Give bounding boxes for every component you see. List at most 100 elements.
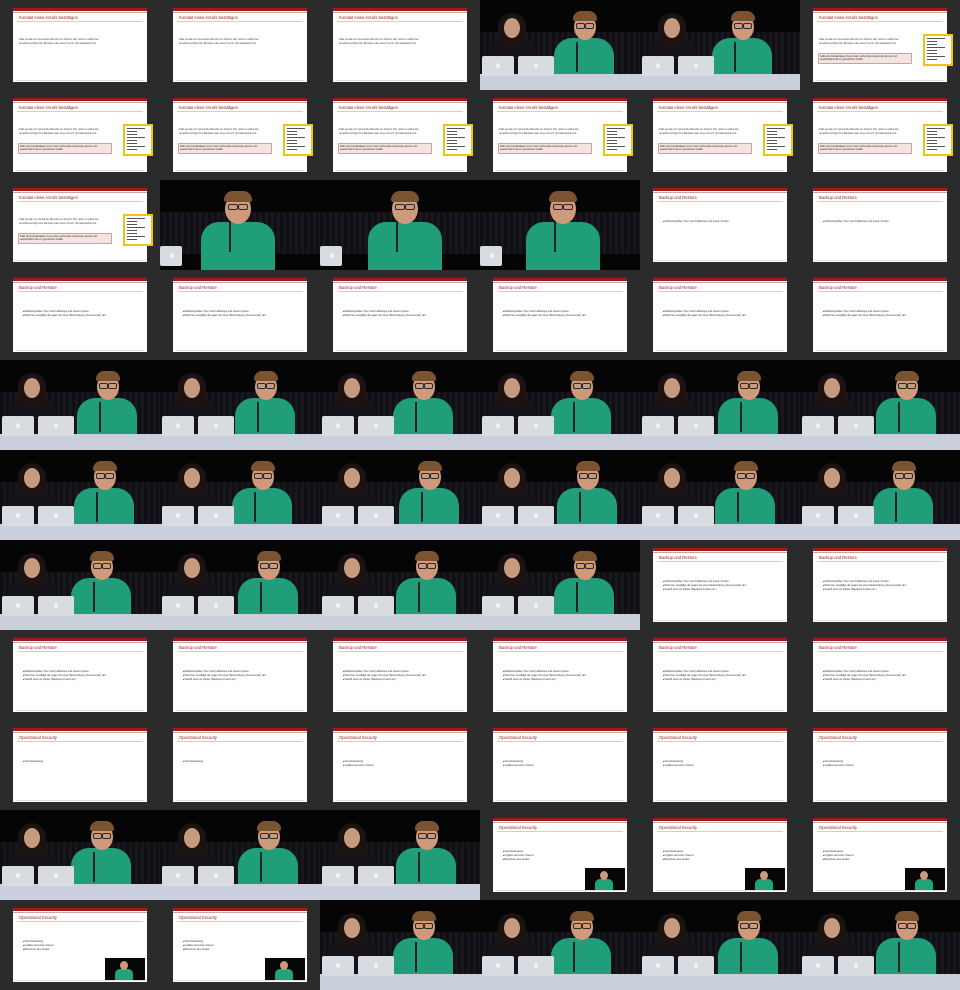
video-frame-cell[interactable] — [320, 450, 480, 540]
video-frame-cell[interactable] — [320, 810, 480, 900]
video-frame-cell[interactable] — [160, 360, 320, 450]
microphone-icon — [734, 42, 736, 72]
video-frame-cell[interactable] — [640, 450, 800, 540]
video-frame-cell[interactable] — [160, 450, 320, 540]
slide-header-band — [333, 638, 467, 641]
slide-footer — [16, 80, 144, 81]
glasses-icon — [749, 923, 758, 929]
video-frame-cell[interactable] — [480, 900, 640, 990]
document-line — [927, 56, 945, 57]
document-thumbnail-icon — [763, 124, 793, 156]
video-frame-cell[interactable] — [640, 0, 800, 90]
slide-title-rule — [817, 21, 943, 22]
video-frame-cell[interactable] — [160, 810, 320, 900]
thumbnail-cell[interactable]: Kontakt eines Anrufs bestätigen Falls je… — [640, 90, 800, 180]
slide-highlight-box: Falls die Kontaktdaten zuvor oder verbun… — [18, 143, 112, 154]
thumbnail-cell[interactable]: Backup und Restore Hilfswerkgrößen Test,… — [0, 630, 160, 720]
thumbnail-cell[interactable]: Backup und Restore Hilfswerkgrößen Test,… — [640, 270, 800, 360]
video-frame-cell[interactable] — [640, 900, 800, 990]
slide-card: Backup und Restore Hilfswerkgrößen Test,… — [493, 638, 627, 712]
thumbnail-cell[interactable]: Backup und Restore Hilfswerkgrößen Test,… — [800, 630, 960, 720]
laptop-icon — [38, 416, 74, 436]
slide-header-band — [333, 278, 467, 281]
video-frame-cell[interactable] — [480, 180, 640, 270]
thumbnail-cell[interactable]: Backup und Restore Hilfswerkgrößen Test,… — [640, 180, 800, 270]
thumbnail-cell[interactable]: Kontakt eines Anrufs bestätigen Falls je… — [480, 90, 640, 180]
thumbnail-cell[interactable]: Backup und Restore Hilfswerkgrößen Test,… — [480, 630, 640, 720]
thumbnail-cell[interactable]: Operational Security Verschlüsselung — [160, 720, 320, 810]
microphone-icon — [260, 582, 262, 612]
thumbnail-cell[interactable]: Backup und Restore Hilfswerkgrößen Test,… — [800, 540, 960, 630]
glasses-icon — [257, 383, 266, 389]
thumbnail-cell[interactable]: Operational Security VerschlüsselungLogf… — [640, 720, 800, 810]
bullet-list: Hilfswerkgrößen Test, durch Backups und … — [343, 670, 461, 683]
bullet-list: VerschlüsselungLogfiles auf einem Server — [663, 760, 781, 768]
slide-title: Kontakt eines Anrufs bestätigen — [19, 195, 78, 200]
video-frame-cell[interactable] — [160, 540, 320, 630]
thumbnail-cell[interactable]: Backup und Restore Hilfswerkgrößen Test,… — [480, 270, 640, 360]
thumbnail-cell[interactable]: Backup und Restore Hilfswerkgrößen Test,… — [160, 270, 320, 360]
video-frame-cell[interactable] — [0, 450, 160, 540]
thumbnail-cell[interactable]: Kontakt eines Anrufs bestätigen Falls je… — [320, 0, 480, 90]
video-frame-cell[interactable] — [320, 900, 480, 990]
thumbnail-cell[interactable]: Backup und Restore Hilfswerkgrößen Test,… — [640, 540, 800, 630]
video-frame-cell[interactable] — [800, 360, 960, 450]
thumbnail-cell[interactable]: Kontakt eines Anrufs bestätigen Falls je… — [0, 0, 160, 90]
video-frame-cell[interactable] — [0, 360, 160, 450]
thumbnail-cell[interactable]: Operational Security VerschlüsselungLogf… — [640, 810, 800, 900]
thumbnail-cell[interactable]: Kontakt eines Anrufs bestätigen Falls je… — [800, 90, 960, 180]
video-frame-cell[interactable] — [160, 180, 320, 270]
thumbnail-cell[interactable]: Operational Security VerschlüsselungLogf… — [480, 810, 640, 900]
thumbnail-cell[interactable]: Backup und Restore Hilfswerkgrößen Test,… — [160, 630, 320, 720]
speaker-man-hair — [93, 461, 117, 471]
video-frame-cell[interactable] — [480, 0, 640, 90]
slide-footer — [176, 980, 304, 981]
thumbnail-cell[interactable]: Backup und Restore Hilfswerkgrößen Test,… — [320, 630, 480, 720]
thumbnail-cell[interactable]: Backup und Restore Hilfswerkgrößen Test,… — [320, 270, 480, 360]
slide-title-rule — [657, 561, 783, 562]
desk-front — [160, 614, 320, 630]
slide-paragraph: Falls jemals ein Gemeinde Bereich ein Pe… — [339, 128, 419, 135]
slide-title: Operational Security — [339, 735, 377, 740]
thumbnail-cell[interactable]: Kontakt eines Anrufs bestätigen Falls je… — [0, 90, 160, 180]
thumbnail-cell[interactable]: Operational Security Verschlüsselung — [0, 720, 160, 810]
speaker-man-hair — [391, 191, 419, 202]
slide-title-rule — [17, 201, 143, 202]
thumbnail-cell[interactable]: Backup und Restore Hilfswerkgrößen Test,… — [640, 630, 800, 720]
video-frame-cell[interactable] — [0, 540, 160, 630]
video-frame-cell[interactable] — [640, 360, 800, 450]
video-frame-cell[interactable] — [320, 360, 480, 450]
laptop-icon — [322, 506, 354, 526]
document-line — [927, 140, 937, 141]
video-frame-cell[interactable] — [320, 540, 480, 630]
thumbnail-cell[interactable]: Operational Security VerschlüsselungLogf… — [320, 720, 480, 810]
slide-title: Backup und Restore — [339, 285, 377, 290]
thumbnail-cell[interactable]: Backup und Restore Hilfswerkgrößen Test,… — [800, 180, 960, 270]
speaker-head — [280, 961, 288, 970]
bullet-list: Hilfswerkgrößen Test, durch Backups und … — [343, 310, 461, 318]
thumbnail-cell[interactable]: Operational Security VerschlüsselungLogf… — [480, 720, 640, 810]
thumbnail-cell[interactable]: Kontakt eines Anrufs bestätigen Falls je… — [800, 0, 960, 90]
video-frame-cell[interactable] — [480, 540, 640, 630]
document-line — [607, 146, 625, 147]
thumbnail-cell[interactable]: Operational Security VerschlüsselungLogf… — [800, 720, 960, 810]
desk-front — [480, 614, 640, 630]
thumbnail-cell[interactable]: Backup und Restore Hilfswerkgrößen Test,… — [800, 270, 960, 360]
thumbnail-cell[interactable]: Operational Security VerschlüsselungLogf… — [800, 810, 960, 900]
document-thumbnail-icon — [123, 124, 153, 156]
thumbnail-cell[interactable]: Kontakt eines Anrufs bestätigen Falls je… — [160, 90, 320, 180]
video-frame-cell[interactable] — [320, 180, 480, 270]
thumbnail-cell[interactable]: Kontakt eines Anrufs bestätigen Falls je… — [0, 180, 160, 270]
thumbnail-cell[interactable]: Backup und Restore Hilfswerkgrößen Test,… — [0, 270, 160, 360]
video-frame-cell[interactable] — [480, 450, 640, 540]
slide-title: Kontakt eines Anrufs bestätigen — [339, 15, 398, 20]
thumbnail-cell[interactable]: Kontakt eines Anrufs bestätigen Falls je… — [320, 90, 480, 180]
video-frame-cell[interactable] — [0, 810, 160, 900]
laptop-icon — [198, 596, 234, 616]
video-frame-cell[interactable] — [800, 900, 960, 990]
thumbnail-cell[interactable]: Kontakt eines Anrufs bestätigen Falls je… — [160, 0, 320, 90]
video-frame-cell[interactable] — [800, 450, 960, 540]
video-frame-cell[interactable] — [480, 360, 640, 450]
thumbnail-cell[interactable]: Operational Security VerschlüsselungLogf… — [0, 900, 160, 990]
thumbnail-cell[interactable]: Operational Security VerschlüsselungLogf… — [160, 900, 320, 990]
